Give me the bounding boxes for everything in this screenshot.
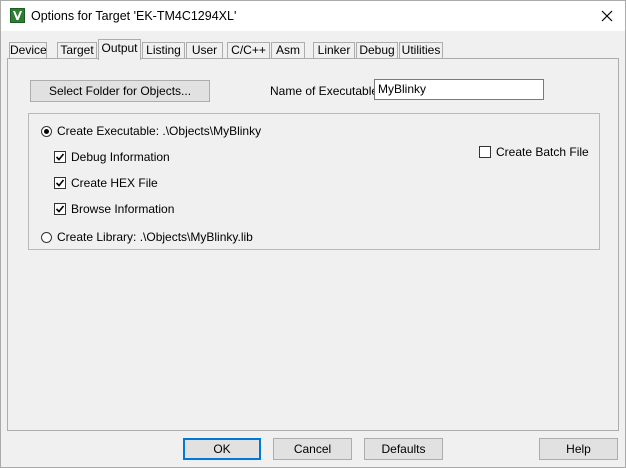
create-library-label: Create Library: .\Objects\MyBlinky.lib [57,230,253,244]
name-of-executable-input[interactable]: MyBlinky [374,79,544,100]
name-of-executable-label: Name of Executable: [270,84,382,98]
output-options-group: Create Executable: .\Objects\MyBlinky De… [28,113,600,250]
create-hex-file-label: Create HEX File [71,176,158,190]
create-executable-label: Create Executable: .\Objects\MyBlinky [57,124,262,138]
browse-information-checkbox[interactable] [54,203,66,215]
close-icon [601,10,613,22]
checkmark-icon [55,153,65,161]
tab-asm[interactable]: Asm [271,42,305,59]
help-button[interactable]: Help [539,438,618,460]
checkmark-icon [55,205,65,213]
options-dialog: Options for Target 'EK-TM4C1294XL' Devic… [0,0,626,468]
tab-utilities[interactable]: Utilities [399,42,443,59]
cancel-button[interactable]: Cancel [273,438,352,460]
tab-user[interactable]: User [186,42,223,59]
tab-linker[interactable]: Linker [313,42,355,59]
close-button[interactable] [589,1,625,31]
debug-information-label: Debug Information [71,150,170,164]
select-folder-button[interactable]: Select Folder for Objects... [30,80,210,102]
create-library-radio[interactable] [41,232,52,243]
browse-information-label: Browse Information [71,202,175,216]
keil-app-icon [10,8,25,23]
create-batch-file-label: Create Batch File [496,145,589,159]
tab-device[interactable]: Device [9,42,47,59]
create-batch-file-checkbox[interactable] [479,146,491,158]
ok-button[interactable]: OK [183,438,261,460]
create-hex-file-checkbox[interactable] [54,177,66,189]
tab-c-cpp[interactable]: C/C++ [227,42,270,59]
debug-information-checkbox[interactable] [54,151,66,163]
checkmark-icon [55,179,65,187]
output-tab-panel: Select Folder for Objects... Name of Exe… [7,58,619,431]
tab-output[interactable]: Output [98,39,141,60]
tab-target[interactable]: Target [57,42,97,59]
window-title: Options for Target 'EK-TM4C1294XL' [31,9,237,23]
create-executable-radio[interactable] [41,126,52,137]
title-bar[interactable]: Options for Target 'EK-TM4C1294XL' [1,1,625,31]
defaults-button[interactable]: Defaults [364,438,443,460]
tab-debug[interactable]: Debug [356,42,398,59]
tab-listing[interactable]: Listing [142,42,185,59]
